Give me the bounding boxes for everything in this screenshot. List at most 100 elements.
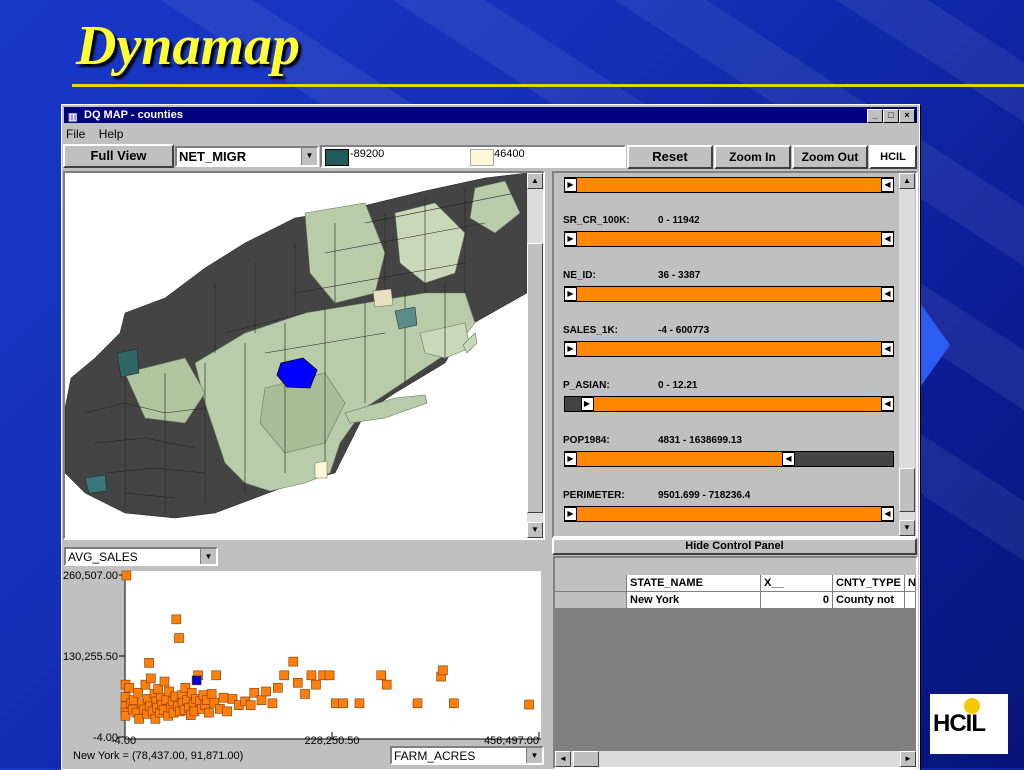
data-point[interactable]: [261, 686, 271, 697]
data-point[interactable]: [171, 614, 182, 625]
slider-min-handle[interactable]: ▶: [564, 287, 577, 301]
full-view-button[interactable]: Full View: [63, 144, 174, 168]
zoom-in-button[interactable]: Zoom In: [714, 145, 791, 169]
data-point[interactable]: [256, 695, 267, 705]
table-cell-n[interactable]: [905, 592, 916, 609]
chevron-down-icon[interactable]: ▼: [526, 748, 542, 763]
slider-range-bar[interactable]: [564, 177, 894, 193]
data-point[interactable]: [306, 670, 317, 681]
y-attribute-select[interactable]: AVG_SALES ▼: [64, 547, 218, 566]
slider-range-bar[interactable]: [564, 286, 894, 302]
maximize-button[interactable]: □: [883, 109, 899, 123]
data-point[interactable]: [311, 679, 321, 690]
chevron-down-icon[interactable]: ▼: [200, 549, 216, 564]
hcil-logo-button[interactable]: HCIL: [869, 145, 917, 169]
data-point[interactable]: [324, 670, 335, 681]
data-point[interactable]: [144, 658, 154, 668]
data-point[interactable]: [279, 670, 290, 681]
slider-min-handle[interactable]: ▶: [564, 342, 577, 356]
data-point[interactable]: [412, 698, 423, 709]
column-header-x[interactable]: X__: [761, 575, 833, 592]
slider-min-handle[interactable]: ▶: [564, 452, 577, 466]
map-vertical-scrollbar[interactable]: ▲ ▼: [527, 173, 543, 538]
close-button[interactable]: ×: [899, 109, 915, 123]
data-point[interactable]: [133, 687, 144, 698]
slider-min-handle[interactable]: ▶: [564, 507, 577, 521]
table-cell-cnty-type[interactable]: County not: [833, 592, 905, 609]
column-header-n[interactable]: N: [905, 575, 916, 592]
scroll-left-icon[interactable]: ◄: [555, 751, 571, 767]
x-attribute-select[interactable]: FARM_ACRES ▼: [390, 746, 544, 765]
slider-range-bar[interactable]: [580, 396, 894, 412]
slider-min-handle[interactable]: ▶: [564, 232, 577, 246]
data-point[interactable]: [267, 698, 278, 709]
slider-max-handle[interactable]: ◀: [782, 452, 795, 466]
slider-max-handle[interactable]: ◀: [881, 507, 894, 521]
slider-range-bar[interactable]: [564, 451, 795, 467]
slider-min-handle[interactable]: ▶: [564, 178, 577, 192]
menu-help[interactable]: Help: [99, 127, 124, 141]
data-point[interactable]: [381, 679, 392, 690]
data-point[interactable]: [124, 682, 134, 693]
title-bar[interactable]: ▥ DQ MAP - counties _ □ ×: [64, 107, 917, 123]
data-point[interactable]: [438, 665, 448, 676]
slider-max-handle[interactable]: ◀: [881, 232, 894, 246]
row-header[interactable]: [555, 575, 627, 592]
slider-range-bar[interactable]: [564, 341, 894, 357]
menu-file[interactable]: File: [66, 127, 85, 141]
column-header-cnty-type[interactable]: CNTY_TYPE: [833, 575, 905, 592]
county-map[interactable]: [65, 173, 527, 538]
scroll-down-icon[interactable]: ▼: [899, 520, 915, 536]
reset-button[interactable]: Reset: [627, 145, 713, 169]
data-point[interactable]: [211, 670, 221, 681]
slider-panel-scrollbar[interactable]: ▲ ▼: [899, 173, 915, 536]
scroll-up-icon[interactable]: ▲: [899, 173, 915, 189]
scroll-thumb[interactable]: [573, 751, 599, 767]
slider-range-bar[interactable]: [564, 506, 894, 522]
chevron-down-icon[interactable]: ▼: [301, 148, 317, 165]
attribute-select[interactable]: NET_MIGR ▼: [175, 146, 319, 167]
map-panel[interactable]: ▲ ▼: [63, 171, 545, 540]
scroll-thumb[interactable]: [899, 468, 915, 512]
scroll-up-icon[interactable]: ▲: [527, 173, 543, 189]
data-point[interactable]: [159, 676, 170, 687]
row-header[interactable]: [555, 592, 627, 609]
hide-control-panel-button[interactable]: Hide Control Panel: [552, 538, 917, 555]
scroll-right-icon[interactable]: ►: [900, 751, 916, 767]
data-point[interactable]: [245, 700, 256, 710]
scroll-down-icon[interactable]: ▼: [527, 522, 543, 538]
table-cell-x[interactable]: 0: [761, 592, 833, 609]
data-point[interactable]: [338, 698, 348, 709]
data-point[interactable]: [449, 698, 459, 709]
table-cell-state[interactable]: New York: [627, 592, 761, 609]
data-point[interactable]: [300, 689, 310, 699]
data-point[interactable]: [354, 698, 365, 709]
data-point[interactable]: [174, 633, 184, 643]
data-point[interactable]: [134, 714, 144, 724]
slider-min-handle[interactable]: ▶: [580, 397, 594, 411]
data-point[interactable]: [293, 677, 303, 688]
data-point[interactable]: [376, 670, 387, 681]
data-point[interactable]: [204, 707, 214, 718]
slider-max-handle[interactable]: ◀: [881, 397, 894, 411]
selected-point[interactable]: [191, 675, 202, 686]
data-point[interactable]: [146, 673, 156, 684]
data-point[interactable]: [524, 699, 534, 710]
slider-max-handle[interactable]: ◀: [881, 287, 894, 301]
data-point[interactable]: [288, 656, 299, 667]
data-point[interactable]: [222, 706, 232, 717]
slider-range-bar[interactable]: [564, 231, 894, 247]
slider-max-handle[interactable]: ◀: [881, 178, 894, 192]
data-point[interactable]: [206, 689, 217, 699]
scatter-plot[interactable]: 260,507.00130,255.50-4.00-4.00 228,250.50…: [63, 567, 545, 745]
data-point[interactable]: [121, 570, 132, 581]
zoom-out-button[interactable]: Zoom Out: [792, 145, 868, 169]
data-point[interactable]: [218, 692, 229, 703]
scroll-thumb[interactable]: [527, 243, 543, 513]
minimize-button[interactable]: _: [867, 109, 883, 123]
slider-max-handle[interactable]: ◀: [881, 342, 894, 356]
data-point[interactable]: [273, 682, 283, 693]
table-horizontal-scrollbar[interactable]: ◄ ►: [555, 751, 916, 767]
y-tick-label: 130,255.50: [63, 651, 118, 663]
column-header-state-name[interactable]: STATE_NAME: [627, 575, 761, 592]
